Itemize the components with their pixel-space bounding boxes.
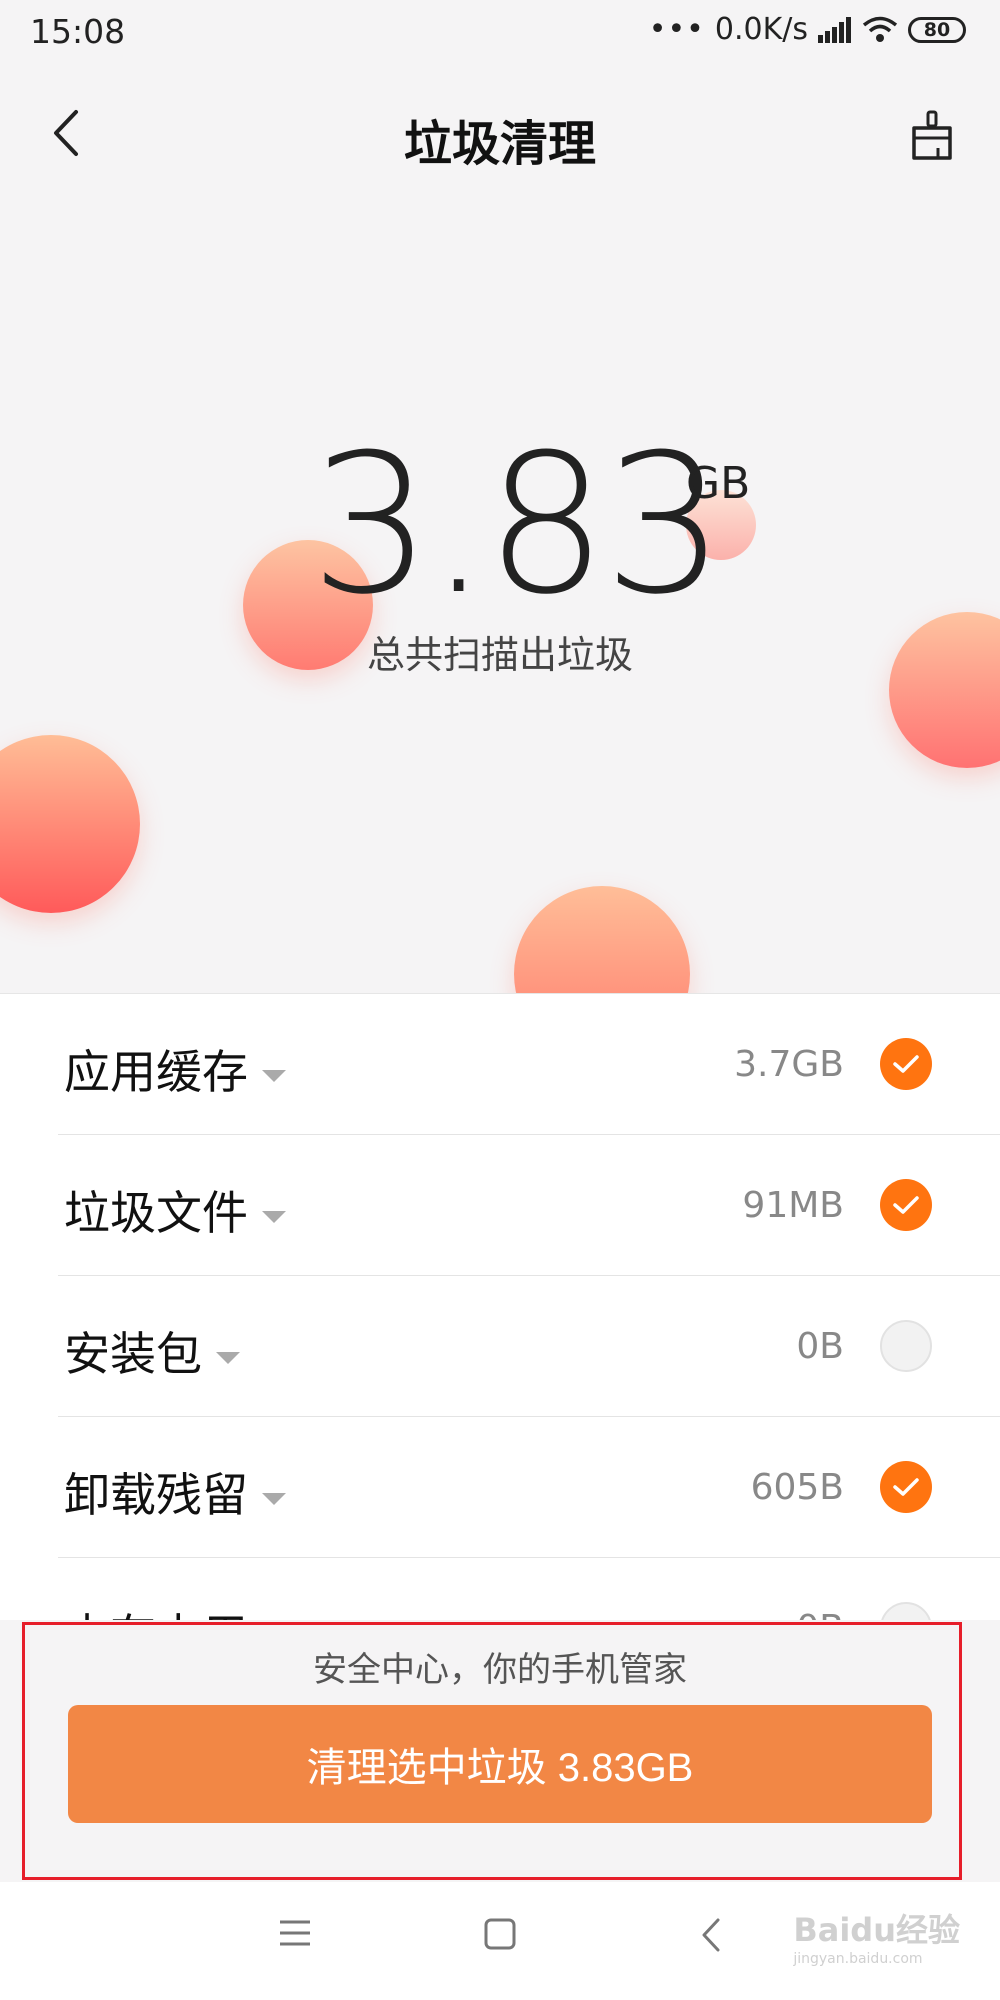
signal-icon (818, 16, 851, 43)
status-right: ••• 0.0K/s 80 (649, 12, 966, 47)
menu-icon[interactable] (278, 1918, 312, 1948)
caret-down-icon (262, 1069, 286, 1082)
category-size: 3.7GB (734, 1044, 844, 1085)
checkbox-checked[interactable] (880, 1179, 932, 1231)
checkbox-checked[interactable] (880, 1461, 932, 1513)
status-time: 15:08 (30, 12, 126, 51)
category-size: 0B (796, 1326, 844, 1367)
scan-caption: 总共扫描出垃圾 (366, 633, 633, 677)
checkbox-checked[interactable] (880, 1038, 932, 1090)
total-junk-unit: GB (686, 458, 751, 509)
category-label[interactable]: 应用缓存 (64, 1036, 286, 1102)
clean-bag-icon[interactable] (908, 110, 956, 162)
checkbox-unchecked[interactable] (880, 1320, 932, 1372)
check-icon (893, 1055, 919, 1073)
check-icon (893, 1478, 919, 1496)
category-size: 605B (750, 1467, 844, 1508)
list-item[interactable]: 卸载残留 605B (58, 1417, 1000, 1558)
battery-icon: 80 (908, 16, 966, 43)
caret-down-icon (262, 1492, 286, 1505)
back-icon[interactable] (700, 1918, 722, 1952)
home-icon[interactable] (484, 1918, 516, 1950)
page-title: 垃圾清理 (403, 116, 596, 172)
caret-down-icon (262, 1210, 286, 1223)
list-item[interactable]: 应用缓存 3.7GB (58, 994, 1000, 1135)
status-bar: 15:08 ••• 0.0K/s 80 (0, 0, 1000, 62)
total-junk-size: 3.83 (310, 414, 726, 637)
more-dots-icon: ••• (648, 12, 705, 47)
baidu-watermark: Baidu经验 jingyan.baidu.com (793, 1911, 960, 1967)
category-label[interactable]: 卸载残留 (64, 1459, 286, 1525)
wifi-icon (862, 16, 898, 42)
list-item[interactable]: 垃圾文件 91MB (58, 1135, 1000, 1276)
category-label[interactable]: 安装包 (64, 1318, 240, 1384)
category-size: 91MB (742, 1185, 844, 1226)
caret-down-icon (216, 1351, 240, 1364)
category-label[interactable]: 垃圾文件 (64, 1177, 286, 1243)
list-item[interactable]: 安装包 0B (58, 1276, 1000, 1417)
decor-bubble (0, 735, 140, 913)
check-icon (893, 1196, 919, 1214)
net-speed: 0.0K/s (714, 12, 808, 47)
highlight-box (22, 1622, 962, 1880)
